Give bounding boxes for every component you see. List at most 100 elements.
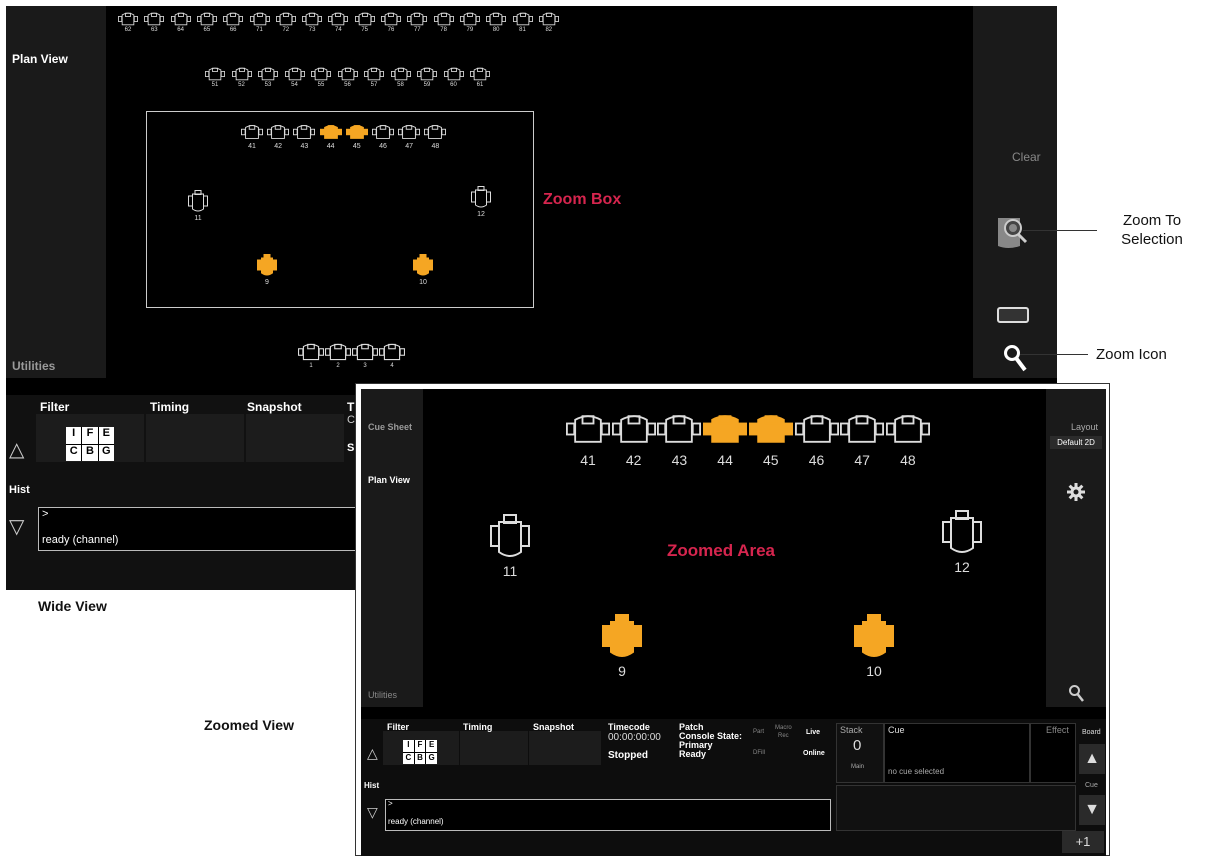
z-macro-rec-button[interactable]: Macro Rec (775, 724, 792, 740)
z-plus-one-button[interactable]: +1 (1062, 831, 1104, 853)
fixture-43[interactable] (293, 122, 316, 142)
fixture-75[interactable] (354, 12, 375, 26)
z-live-button[interactable]: Live (806, 729, 820, 736)
filter-letter-b[interactable]: B (82, 444, 98, 461)
zoomed-zoom-icon[interactable] (1068, 684, 1086, 709)
fixture-77[interactable] (407, 12, 428, 26)
scroll-up-arrow[interactable]: △ (9, 437, 24, 462)
fixture-82[interactable] (538, 12, 559, 26)
fixture-42[interactable] (267, 122, 290, 142)
fixture-71[interactable] (249, 12, 270, 26)
zoomed-fixture-9[interactable] (598, 614, 646, 662)
fixture-9[interactable] (256, 254, 278, 278)
filter-letter-b[interactable]: B (414, 752, 426, 764)
fixture-11[interactable] (187, 190, 209, 214)
filter-letter-f[interactable]: F (414, 740, 426, 752)
zoomed-plan-view-tab[interactable]: Plan View (368, 475, 410, 485)
zoomed-utilities-tab[interactable]: Utilities (368, 690, 397, 700)
zoom-to-selection-icon[interactable] (996, 216, 1032, 255)
fixture-47[interactable] (398, 122, 421, 142)
z-cue-up-button[interactable]: ▲ (1079, 744, 1105, 774)
fixture-65[interactable] (196, 12, 217, 26)
zoomed-fixture-44[interactable] (703, 407, 748, 451)
fixture-79[interactable] (459, 12, 480, 26)
fixture-76[interactable] (381, 12, 401, 26)
fixture-62[interactable] (118, 12, 138, 26)
fixture-46[interactable] (372, 122, 394, 142)
cue-sheet-tab[interactable]: Cue Sheet (368, 422, 412, 432)
zoomed-fixture-12[interactable] (940, 510, 984, 558)
fixture-4[interactable] (379, 342, 405, 362)
plan-view-label[interactable]: Plan View (12, 52, 68, 66)
filter-letter-g[interactable]: G (426, 752, 437, 764)
filter-letter-f[interactable]: F (82, 427, 98, 444)
filter-letter-e[interactable]: E (426, 740, 437, 752)
fixture-10[interactable] (412, 254, 434, 278)
zoom-icon[interactable] (1003, 344, 1029, 379)
filter-letter-e[interactable]: E (98, 427, 114, 444)
fixture-56[interactable] (337, 67, 358, 81)
filter-letter-g[interactable]: G (98, 444, 114, 461)
fixture-55[interactable] (311, 67, 331, 81)
wide-command-status: ready (channel) (42, 534, 119, 546)
clear-button[interactable]: Clear (1012, 150, 1041, 164)
z-dfill-button[interactable]: DFill (753, 750, 765, 756)
filter-letter-c[interactable]: C (66, 444, 82, 461)
zoomed-fixture-43[interactable] (657, 407, 702, 451)
scroll-down-arrow[interactable]: ▽ (9, 514, 24, 539)
fixture-58[interactable] (390, 67, 411, 81)
fixture-66[interactable] (223, 12, 244, 26)
gear-icon[interactable] (1067, 483, 1085, 506)
fixture-73[interactable] (302, 12, 323, 26)
fixture-2[interactable] (325, 342, 351, 362)
z-hist-label[interactable]: Hist (364, 781, 379, 790)
z-cue-down-button[interactable]: ▼ (1079, 795, 1105, 825)
fixture-52[interactable] (231, 67, 252, 81)
layout-selector[interactable]: Default 2D (1050, 436, 1102, 449)
z-scroll-up-arrow[interactable]: △ (367, 745, 378, 762)
fixture-72[interactable] (275, 12, 296, 26)
z-scroll-down-arrow[interactable]: ▽ (367, 804, 378, 821)
fixture-54[interactable] (284, 67, 305, 81)
fixture-53[interactable] (258, 67, 278, 81)
fixture-48[interactable] (424, 122, 447, 142)
zoomed-fixture-42[interactable] (611, 407, 656, 451)
ifecbg-filter-grid[interactable]: IFECBG (66, 427, 114, 461)
z-command-line[interactable] (385, 799, 831, 831)
fixture-78[interactable] (433, 12, 454, 26)
fixture-3[interactable] (352, 342, 378, 362)
fixture-51[interactable] (205, 67, 225, 81)
fixture-45[interactable] (345, 122, 368, 142)
fixture-74[interactable] (328, 12, 349, 26)
zoomed-fixture-10[interactable] (850, 614, 898, 662)
filter-letter-i[interactable]: I (66, 427, 82, 444)
fixture-64[interactable] (170, 12, 191, 26)
zoomed-fixture-48[interactable] (885, 407, 930, 451)
filter-letter-c[interactable]: C (403, 752, 414, 764)
zoomed-fixture-45[interactable] (748, 407, 793, 451)
fixture-12[interactable] (470, 186, 492, 210)
fixture-1[interactable] (298, 342, 324, 362)
zoomed-fixture-46[interactable] (794, 407, 839, 451)
wide-timing-cell (146, 414, 244, 462)
zoom-box-tool-icon[interactable] (996, 306, 1030, 329)
z-online-button[interactable]: Online (803, 750, 825, 757)
fixture-81[interactable] (512, 12, 533, 26)
fixture-57[interactable] (364, 67, 384, 81)
filter-letter-i[interactable]: I (403, 740, 414, 752)
zoomed-fixture-41[interactable] (566, 407, 610, 451)
wide-snapshot-cell (246, 414, 344, 462)
hist-label[interactable]: Hist (9, 484, 30, 496)
z-part-button[interactable]: Part (753, 729, 764, 735)
fixture-59[interactable] (417, 67, 437, 81)
utilities-label[interactable]: Utilities (12, 359, 55, 373)
fixture-60[interactable] (443, 67, 464, 81)
z-ifecbg-filter-grid[interactable]: IFECBG (403, 740, 437, 764)
fixture-80[interactable] (486, 12, 507, 26)
fixture-41[interactable] (241, 122, 263, 142)
zoomed-fixture-47[interactable] (840, 407, 885, 451)
zoomed-fixture-11[interactable] (488, 514, 532, 562)
fixture-61[interactable] (470, 67, 490, 81)
fixture-44[interactable] (319, 122, 342, 142)
fixture-63[interactable] (144, 12, 165, 26)
